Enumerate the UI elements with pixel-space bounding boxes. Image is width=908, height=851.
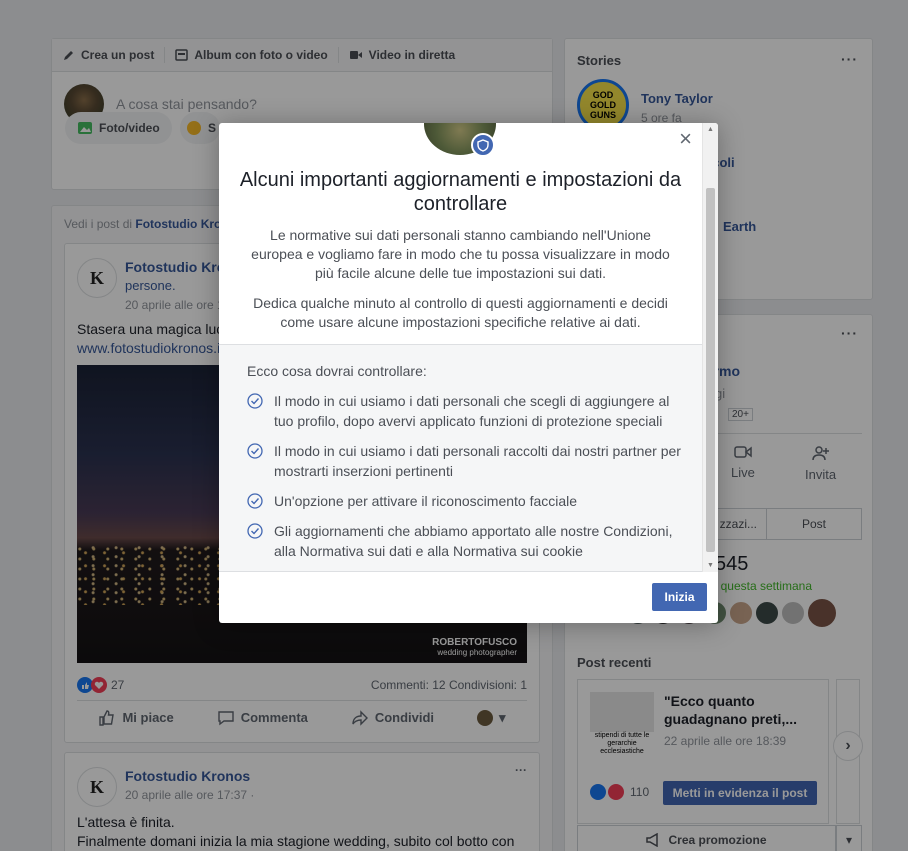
checklist-item-text: Il modo in cui usiamo i dati personali r…	[274, 443, 681, 479]
checklist-item: Il modo in cui usiamo i dati personali c…	[247, 391, 682, 431]
dialog-title: Alcuni importanti aggiornamenti e impost…	[239, 169, 682, 215]
dialog-scrollbar[interactable]: ▲ ▼	[702, 123, 718, 572]
checklist-section: Ecco cosa dovrai controllare: Il modo in…	[219, 344, 702, 572]
shield-icon	[471, 133, 495, 157]
checklist-item-text: Il modo in cui usiamo i dati personali c…	[274, 393, 670, 429]
checklist-item: Il modo in cui usiamo i dati personali r…	[247, 441, 682, 481]
checklist-item: Gli aggiornamenti che abbiamo apportato …	[247, 521, 682, 561]
privacy-update-dialog: × Alcuni importanti aggiornamenti e impo…	[219, 123, 718, 623]
start-button[interactable]: Inizia	[652, 583, 707, 611]
checklist-title: Ecco cosa dovrai controllare:	[247, 363, 427, 379]
checkmark-circle-icon	[247, 523, 263, 561]
checklist-item-text: Gli aggiornamenti che abbiamo apportato …	[274, 523, 673, 559]
dialog-paragraph: Le normative sui dati personali stanno c…	[251, 227, 670, 281]
scroll-up-arrow-icon[interactable]: ▲	[707, 126, 714, 133]
checkmark-circle-icon	[247, 493, 263, 511]
scroll-down-arrow-icon[interactable]: ▼	[707, 562, 714, 569]
dialog-paragraph: Dedica qualche minuto al controllo di qu…	[253, 295, 668, 330]
checklist-item-text: Un'opzione per attivare il riconosciment…	[274, 493, 578, 509]
scrollbar-thumb[interactable]	[706, 188, 715, 552]
checkmark-circle-icon	[247, 393, 263, 431]
checkmark-circle-icon	[247, 443, 263, 481]
close-icon[interactable]: ×	[679, 128, 692, 150]
checklist-item: Un'opzione per attivare il riconosciment…	[247, 491, 682, 511]
